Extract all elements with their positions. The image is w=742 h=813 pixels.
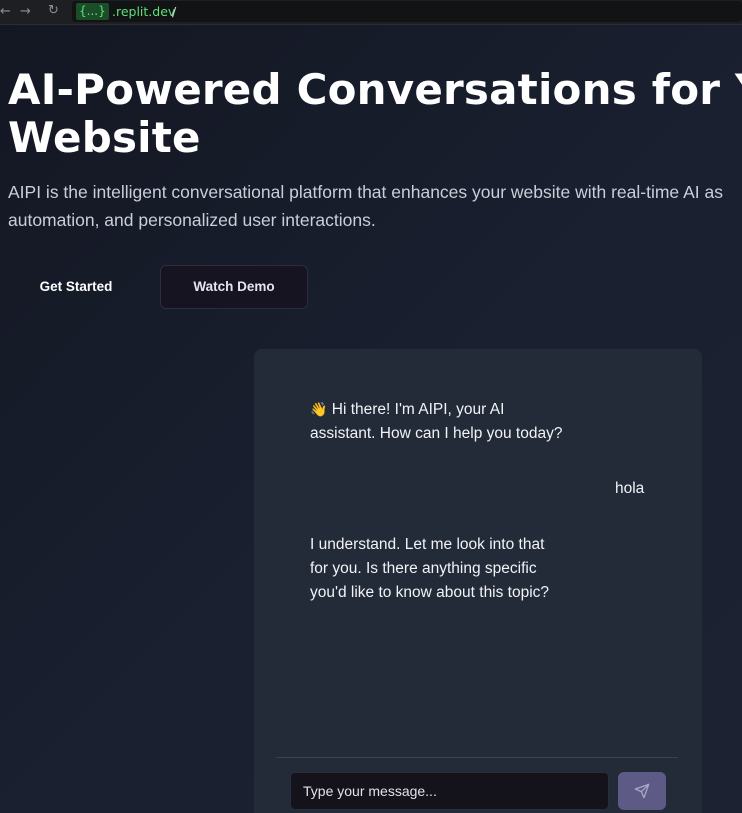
url-path: / bbox=[172, 4, 177, 19]
back-arrow-icon[interactable]: ← bbox=[0, 4, 11, 20]
message-input[interactable] bbox=[290, 772, 609, 810]
page: ← → ↻ {...} .replit.dev / AI-Powered Con… bbox=[0, 0, 742, 813]
message-text: Hi there! I'm AIPI, your AI bbox=[331, 401, 505, 418]
chat-divider bbox=[276, 757, 678, 758]
send-icon bbox=[634, 783, 650, 799]
hero-title-line-2: Website bbox=[8, 113, 201, 162]
send-button[interactable] bbox=[618, 772, 666, 810]
message-line: for you. Is there anything specific bbox=[310, 560, 537, 577]
hero-title-line-1: AI-Powered Conversations for Y bbox=[8, 65, 742, 114]
hero-subtitle: AIPI is the intelligent conversational p… bbox=[8, 178, 742, 234]
address-bar[interactable]: {...} .replit.dev / bbox=[72, 1, 742, 22]
message-line: you'd like to know about this topic? bbox=[310, 584, 550, 601]
message-line: hola bbox=[615, 480, 645, 497]
message-line: I understand. Let me look into that bbox=[310, 536, 545, 553]
message-line: assistant. How can I help you today? bbox=[310, 425, 563, 442]
browser-toolbar: ← → ↻ {...} .replit.dev / bbox=[0, 0, 742, 25]
waving-hand-icon: 👋 bbox=[310, 401, 328, 417]
message-line: 👋 Hi there! I'm AIPI, your AI bbox=[310, 397, 562, 422]
user-message: hola bbox=[615, 477, 644, 501]
chat-widget: 👋 Hi there! I'm AIPI, your AI assistant.… bbox=[254, 349, 702, 813]
url-domain: .replit.dev bbox=[112, 4, 176, 19]
replit-badge: {...} bbox=[76, 3, 109, 20]
assistant-message: I understand. Let me look into that for … bbox=[310, 533, 549, 605]
watch-demo-button[interactable]: Watch Demo bbox=[160, 265, 308, 309]
forward-arrow-icon[interactable]: → bbox=[20, 4, 31, 20]
hero-subtitle-line-2: automation, and personalized user intera… bbox=[8, 210, 376, 230]
assistant-message: 👋 Hi there! I'm AIPI, your AI assistant.… bbox=[310, 397, 562, 446]
hero-subtitle-line-1: AIPI is the intelligent conversational p… bbox=[8, 182, 723, 202]
reload-icon[interactable]: ↻ bbox=[48, 3, 59, 19]
get-started-button[interactable]: Get Started bbox=[8, 265, 144, 309]
hero-title: AI-Powered Conversations for Y Website bbox=[8, 66, 742, 162]
